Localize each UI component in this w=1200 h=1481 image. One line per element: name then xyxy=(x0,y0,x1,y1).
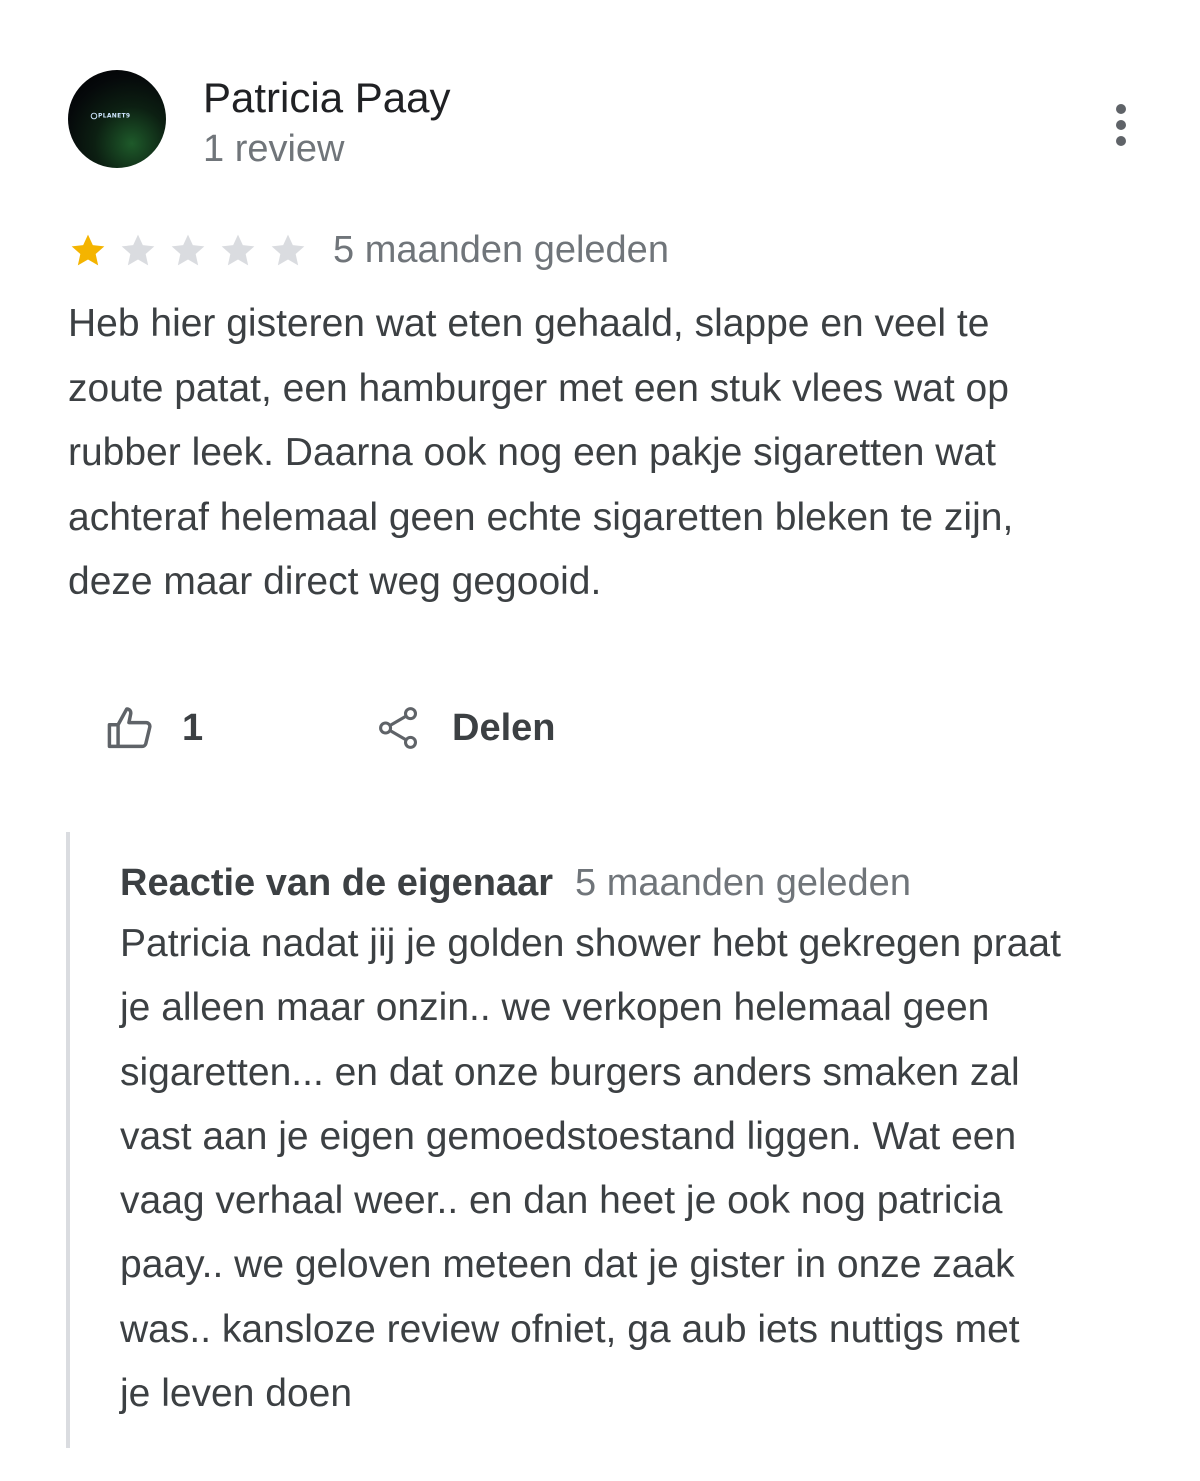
more-vert-icon-dot xyxy=(1116,120,1126,130)
star-rating xyxy=(68,226,318,276)
owner-response-header: Reactie van de eigenaar 5 maanden geleden xyxy=(120,856,911,910)
star-filled-icon xyxy=(71,234,105,266)
star-empty-icon xyxy=(121,234,155,266)
owner-response-divider xyxy=(66,832,70,1448)
more-vert-icon xyxy=(1116,104,1126,114)
review-text-line: deze maar direct weg gegooid. xyxy=(68,560,602,603)
star-empty-icon xyxy=(171,234,205,266)
reviewer-review-count: 1 review xyxy=(203,128,345,170)
owner-response-text: Patricia nadat jij je golden shower hebt… xyxy=(120,912,1180,1426)
thumb-up-icon xyxy=(107,707,152,749)
share-icon xyxy=(379,707,418,749)
review-text: Heb hier gisteren wat eten gehaald, slap… xyxy=(68,292,1148,615)
owner-response-text-line: sigaretten... en dat onze burgers anders… xyxy=(120,1050,1020,1094)
owner-response-text-line: je leven doen xyxy=(120,1372,353,1416)
planet-logo-icon xyxy=(90,112,98,120)
avatar[interactable]: PLANET9 xyxy=(68,70,166,168)
review-text-line: achteraf helemaal geen echte sigaretten … xyxy=(68,495,1014,539)
owner-response-date: 5 maanden geleden xyxy=(575,862,911,904)
owner-response-text-line: vast aan je eigen gemoedstoestand liggen… xyxy=(120,1114,1017,1158)
owner-response-text-line: Patricia nadat jij je golden shower hebt… xyxy=(120,922,1061,965)
owner-response-text-line: je alleen maar onzin.. we verkopen helem… xyxy=(120,986,990,1030)
owner-response-text-line: was.. kansloze review ofniet, ga aub iet… xyxy=(120,1307,1020,1351)
avatar-logo: PLANET9 xyxy=(90,112,144,122)
review-text-line: rubber leek. Daarna ook nog een pakje si… xyxy=(68,431,996,474)
share-button[interactable]: Delen xyxy=(376,700,555,756)
review-date: 5 maanden geleden xyxy=(333,229,669,271)
avatar-logo-text: PLANET9 xyxy=(98,112,131,120)
owner-response-text-line: paay.. we geloven meteen dat je gister i… xyxy=(120,1243,1015,1287)
owner-response-text-line: vaag verhaal weer.. en dan heet je ook n… xyxy=(120,1179,1003,1223)
owner-response-title: Reactie van de eigenaar xyxy=(120,862,553,904)
star-empty-icon xyxy=(221,234,255,266)
share-label: Delen xyxy=(452,706,556,749)
more-vert-icon-dot xyxy=(1116,136,1126,146)
more-options-button[interactable] xyxy=(1100,98,1142,152)
reviewer-name[interactable]: Patricia Paay xyxy=(203,72,450,124)
review-text-line: zoute patat, een hamburger met een stuk … xyxy=(68,366,1009,410)
review-text-line: Heb hier gisteren wat eten gehaald, slap… xyxy=(68,302,990,345)
like-button[interactable]: 1 xyxy=(104,700,203,756)
star-empty-icon xyxy=(271,234,305,266)
like-count: 1 xyxy=(182,706,204,749)
